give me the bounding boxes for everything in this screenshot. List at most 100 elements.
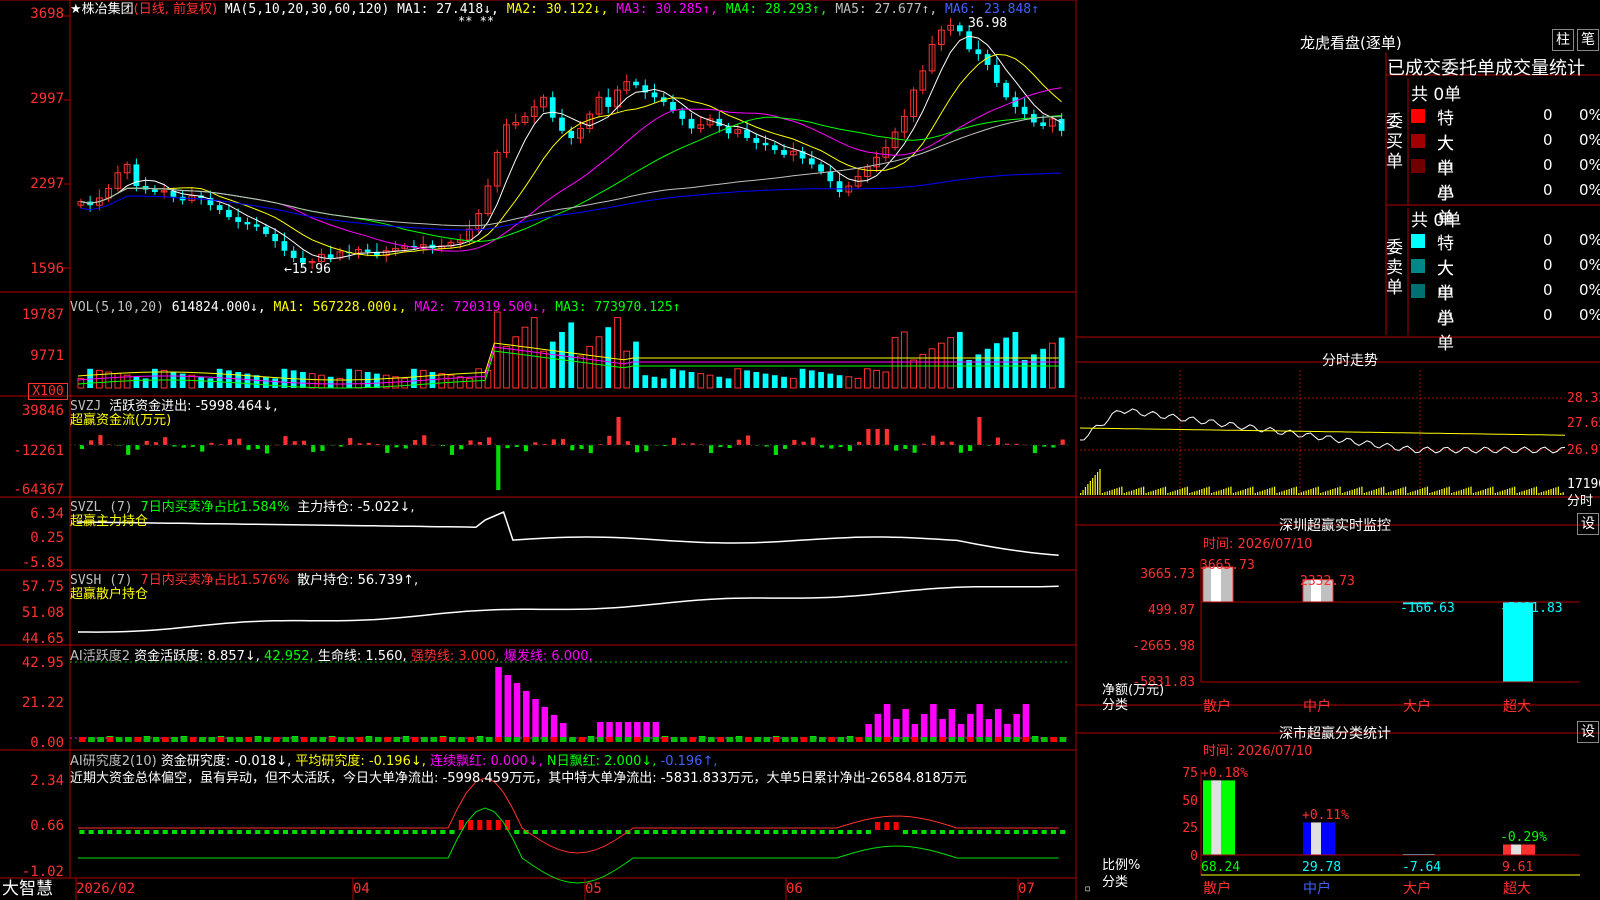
vol-bar-down: [660, 378, 667, 388]
fenshi-vol-bar: [1518, 492, 1521, 495]
svzl-label[interactable]: SVZL (7): [70, 500, 133, 515]
ai2-bar: [495, 820, 501, 830]
ai2-bar: [292, 830, 298, 834]
ytick-svsh-0: 57.75: [21, 579, 64, 595]
trade-stat-title: 已成交委托单成交量统计: [1387, 58, 1585, 79]
ai2-bar: [282, 830, 289, 834]
vol-bar-up: [623, 350, 631, 389]
ai2-bar: [597, 830, 603, 834]
fenshi-vol-bar: [1324, 491, 1327, 495]
date-label-2: 05: [585, 881, 602, 897]
ai2-bar: [717, 830, 723, 834]
vol-ma2: MA2: 720319.500↓,: [414, 300, 548, 315]
fenshi-vol-bar: [1346, 491, 1348, 495]
row-qty: 0: [1543, 306, 1553, 324]
vol-bar-up: [447, 374, 455, 389]
svzj-label[interactable]: SVZJ: [70, 399, 101, 414]
vol-bar-up: [512, 336, 520, 389]
pen-mode-button[interactable]: 笔: [1577, 29, 1599, 51]
fenshi-title[interactable]: 分时走势: [1322, 350, 1378, 370]
brand-logo[interactable]: 大智慧: [2, 880, 53, 899]
bar-mode-button[interactable]: 柱: [1552, 29, 1574, 51]
ai1-base-bar: [615, 737, 623, 742]
vol-bar-up: [401, 377, 409, 389]
svsh-label[interactable]: SVSH (7): [70, 573, 133, 588]
svzj-bar: [912, 445, 917, 453]
fenshi-tick-1: 27.65: [1567, 416, 1600, 431]
ai2-bar: [403, 830, 409, 834]
fenshi-vol-bar: [1424, 487, 1426, 495]
ai1-base-bar: [365, 737, 373, 742]
candle-down: [1003, 82, 1009, 98]
sz-settings-button[interactable]: 设: [1577, 513, 1599, 535]
color-swatch: [1411, 159, 1425, 173]
ai2-avg-line: [78, 807, 1059, 884]
candle-down: [781, 150, 787, 155]
fenshi-vol-bar: [1230, 486, 1232, 495]
fenshi-vol-bar: [1169, 492, 1171, 495]
fenshi-vol-bar: [1337, 487, 1339, 495]
ai1-base-bar: [967, 737, 974, 742]
ai1-base-bar: [384, 737, 391, 742]
ytick-svzl-2: -5.85: [21, 555, 64, 571]
svzj-bar: [551, 439, 556, 445]
ai2-bar: [551, 830, 557, 834]
svzj-bar: [672, 437, 677, 445]
sm-ytick-1: 50: [1182, 794, 1198, 809]
candle-down: [679, 110, 686, 119]
svzj-bar: [644, 445, 649, 451]
ai1-base-bar: [393, 737, 400, 742]
fenshi-vol-bar: [1538, 493, 1540, 495]
ai1-label[interactable]: AI活跃度2: [70, 649, 130, 664]
fenshi-vol-bar: [1186, 486, 1188, 495]
svzj-bar: [625, 441, 630, 445]
ai2-bar: [958, 830, 964, 834]
vol-bar-down: [207, 378, 214, 388]
ma-line-2: [80, 53, 1062, 257]
vol-label[interactable]: VOL(5,10,20): [70, 300, 164, 315]
fenshi-vol-bar: [1218, 490, 1220, 495]
vol-unit[interactable]: X100: [28, 383, 68, 400]
fenshi-tick-2: 26.97: [1567, 443, 1600, 458]
vol-bar-down: [984, 348, 991, 388]
ai2-bar: [930, 830, 936, 834]
row-pct: 0%: [1579, 181, 1600, 199]
ai1-base-bar: [911, 737, 919, 742]
vol-bar-down: [1040, 348, 1046, 388]
ai2-header: AI研究度2(10) 资金研究度: -0.018↓, 平均研究度: -0.196…: [70, 754, 717, 769]
date-label-3: 06: [786, 881, 803, 897]
ai1-base-bar: [356, 737, 363, 742]
fenshi-vol-bar: [1472, 493, 1475, 495]
fenshi-vol-bar: [1232, 493, 1234, 495]
chart-mode[interactable]: (日线, 前复权): [134, 2, 217, 17]
svsh-text2: 散户持仓: 56.739↑,: [297, 573, 419, 588]
sm-settings-button[interactable]: 设: [1577, 721, 1599, 743]
vol-bar-down: [300, 372, 306, 388]
fenshi-vol-bar: [1560, 493, 1562, 495]
ai1-base-bar: [171, 737, 178, 742]
fenshi-vol-bar: [1249, 487, 1251, 495]
fenshi-vol-bar: [1210, 493, 1213, 495]
ai2-bar: [153, 830, 159, 834]
vol-bar-down: [975, 354, 982, 388]
svzj-bar: [98, 435, 103, 445]
fenshi-vol-bar: [1426, 486, 1428, 495]
ai2-label[interactable]: AI研究度2(10): [70, 754, 157, 769]
fenshi-vol-bar: [1407, 493, 1409, 495]
vol-bar-up: [928, 348, 936, 389]
svzj-bar: [875, 429, 880, 445]
fenshi-vol-bar: [1511, 487, 1513, 495]
fenshi-vol-bar: [1193, 491, 1196, 495]
svzj-bar: [894, 445, 899, 451]
svzl-line: [77, 510, 1059, 557]
ytick-ai1-1: 21.22: [21, 695, 64, 711]
fenshi-vol-bar: [1385, 493, 1387, 495]
ai1-base-bar: [930, 737, 937, 742]
svzj-bar: [163, 437, 168, 445]
stock-title[interactable]: ★株冶集团: [70, 2, 134, 17]
scroll-lock-icon[interactable]: ▫: [1084, 881, 1091, 896]
fenshi-vol-bar: [1264, 489, 1266, 495]
ai1-base-bar: [828, 737, 835, 742]
fenshi-vol-bar: [1227, 487, 1230, 495]
fenshi-vol-bar: [1312, 488, 1314, 495]
